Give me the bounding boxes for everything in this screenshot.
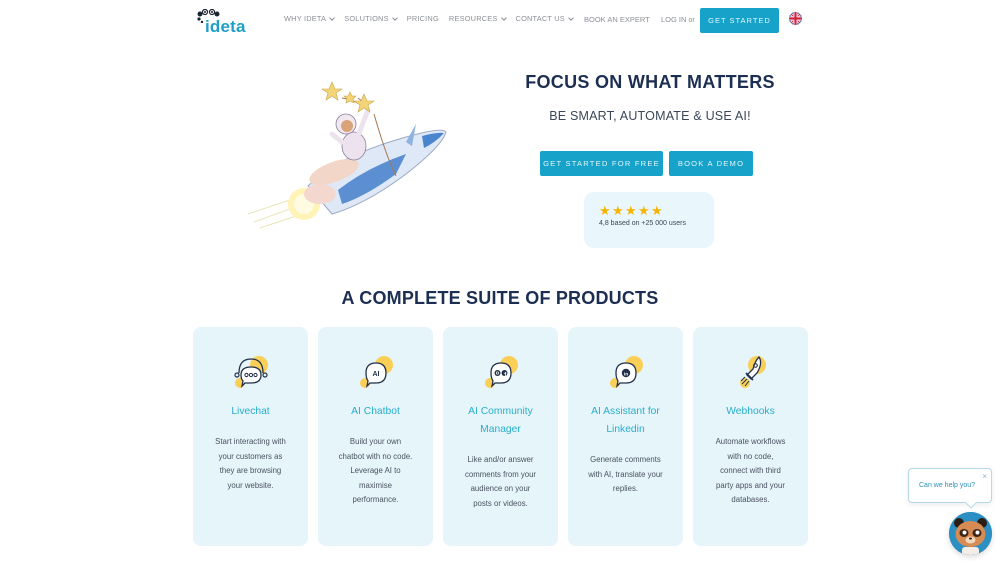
chat-prompt-text: Can we help you? [919,482,976,489]
chevron-down-icon [500,14,507,21]
product-card-ai-assistant-linkedin[interactable]: in AI Assistant for Linkedin Generate co… [568,327,683,546]
linkedin-assistant-icon: in [610,356,643,388]
product-title: Livechat [199,403,302,421]
chat-prompt-bubble[interactable]: Can we help you? × [908,468,992,509]
product-title: AI Community Manager [449,403,552,438]
desc-line: Like and/or answer [467,455,534,464]
hero-title: FOCUS ON WHAT MATTERS [525,72,775,92]
title-line: Livechat [231,406,270,417]
login-area: LOG IN or [661,15,695,24]
logo-wordmark: ideta [205,17,246,36]
nav-contact-us[interactable]: CONTACT US [515,14,574,23]
product-title: AI Chatbot [324,403,427,421]
desc-line: Automate workflows [715,437,786,446]
product-description: Generate comments with AI, translate you… [578,453,673,497]
products-section-title: A COMPLETE SUITE OF PRODUCTS [341,288,659,308]
title-line: AI Chatbot [351,406,400,417]
desc-line: with AI, translate your [588,469,663,479]
nav-resources[interactable]: RESOURCES [448,14,507,23]
title-line: AI Community [468,406,533,417]
product-description: Like and/or answer comments from your au… [453,453,548,511]
main-nav: WHY IDETA SOLUTIONS PRICING RESOURCES CO… [284,14,574,23]
chevron-down-icon [568,14,574,21]
desc-line: performance. [352,495,399,505]
nav-label: SOLUTIONS [344,14,389,23]
book-demo-button[interactable]: BOOK A DEMO [669,151,753,176]
book-expert-link[interactable]: BOOK AN EXPERT [584,15,650,24]
desc-line: with no code, [727,451,774,461]
product-title: AI Assistant for Linkedin [574,403,677,438]
login-or-text: or [688,17,695,24]
desc-line: maximise [359,480,392,490]
desc-line: party apps and your [716,480,785,490]
astronaut-rocket-illustration [247,81,447,229]
nav-pricing[interactable]: PRICING [407,14,439,23]
product-description: Start interacting with your customers as… [203,435,298,493]
star-icon: ★ [651,203,663,218]
star-icon: ★ [599,203,611,218]
title-line: Webhooks [726,406,775,417]
product-cards: Livechat Start interacting with your cus… [193,327,808,546]
desc-line: audience on your [470,484,531,494]
nav-label: CONTACT US [515,14,565,23]
svg-text:AI: AI [373,371,380,378]
product-description: Build your own chatbot with no code. Lev… [328,435,423,508]
desc-line: comments from your [464,469,537,479]
page: ideta WHY IDETA SOLUTIONS PRICING RESOUR… [0,0,1000,563]
svg-text:in: in [624,371,628,377]
chevron-down-icon [329,14,336,21]
close-icon[interactable]: × [982,473,987,481]
get-started-button[interactable]: GET STARTED [700,8,779,33]
title-line: Linkedin [606,423,645,435]
star-icon: ★ [612,203,624,218]
ai-chatbot-icon: AI [360,356,393,388]
rating-card: ★ ★ ★ ★ ★ 4,8 based on +25 000 users [584,192,714,248]
login-link[interactable]: LOG IN [661,15,686,24]
desc-line: Build your own [349,437,402,446]
chevron-down-icon [391,14,398,21]
product-card-webhooks[interactable]: Webhooks Automate workflows with no code… [693,327,808,546]
hero-subtitle: BE SMART, AUTOMATE & USE AI! [549,109,751,123]
nav-label: WHY IDETA [284,14,327,23]
desc-line: posts or videos. [473,498,528,508]
product-card-ai-community-manager[interactable]: AI Community Manager Like and/or answer … [443,327,558,546]
community-manager-icon [485,356,518,388]
rating-stars: ★ ★ ★ ★ ★ [599,203,663,218]
star-icon: ★ [625,203,637,218]
desc-line: Start interacting with [215,437,286,446]
desc-line: chatbot with no code. [338,451,413,461]
rating-text: 4,8 based on +25 000 users [599,220,686,227]
desc-line: replies. [612,484,639,494]
desc-line: Leverage AI to [350,466,401,476]
ideta-logo[interactable]: ideta [196,9,254,36]
title-line: Manager [480,423,521,435]
webhooks-rocket-icon [740,355,766,388]
star-icon: ★ [638,203,650,218]
panda-mascot-icon [949,512,992,555]
desc-line: they are browsing [219,466,282,476]
top-navigation: ideta WHY IDETA SOLUTIONS PRICING RESOUR… [0,0,1000,40]
desc-line: Generate comments [590,455,661,464]
product-title: Webhooks [699,403,802,421]
nav-solutions[interactable]: SOLUTIONS [344,14,398,23]
desc-line: databases. [731,495,770,505]
uk-flag-icon[interactable] [789,12,802,25]
desc-line: connect with third [720,466,781,476]
get-started-free-button[interactable]: GET STARTED FOR FREE [540,151,663,176]
desc-line: your website. [227,480,274,490]
nav-label: PRICING [406,14,439,23]
desc-line: your customers as [218,451,283,461]
product-card-ai-chatbot[interactable]: AI AI Chatbot Build your own chatbot wit… [318,327,433,546]
nav-label: RESOURCES [448,14,498,23]
bubble-tail [965,497,977,509]
product-description: Automate workflows with no code, connect… [703,435,798,508]
product-card-livechat[interactable]: Livechat Start interacting with your cus… [193,327,308,546]
nav-why-ideta[interactable]: WHY IDETA [284,14,336,23]
title-line: AI Assistant for [591,406,660,417]
livechat-icon [234,356,268,388]
chat-launcher-avatar[interactable] [949,512,992,555]
